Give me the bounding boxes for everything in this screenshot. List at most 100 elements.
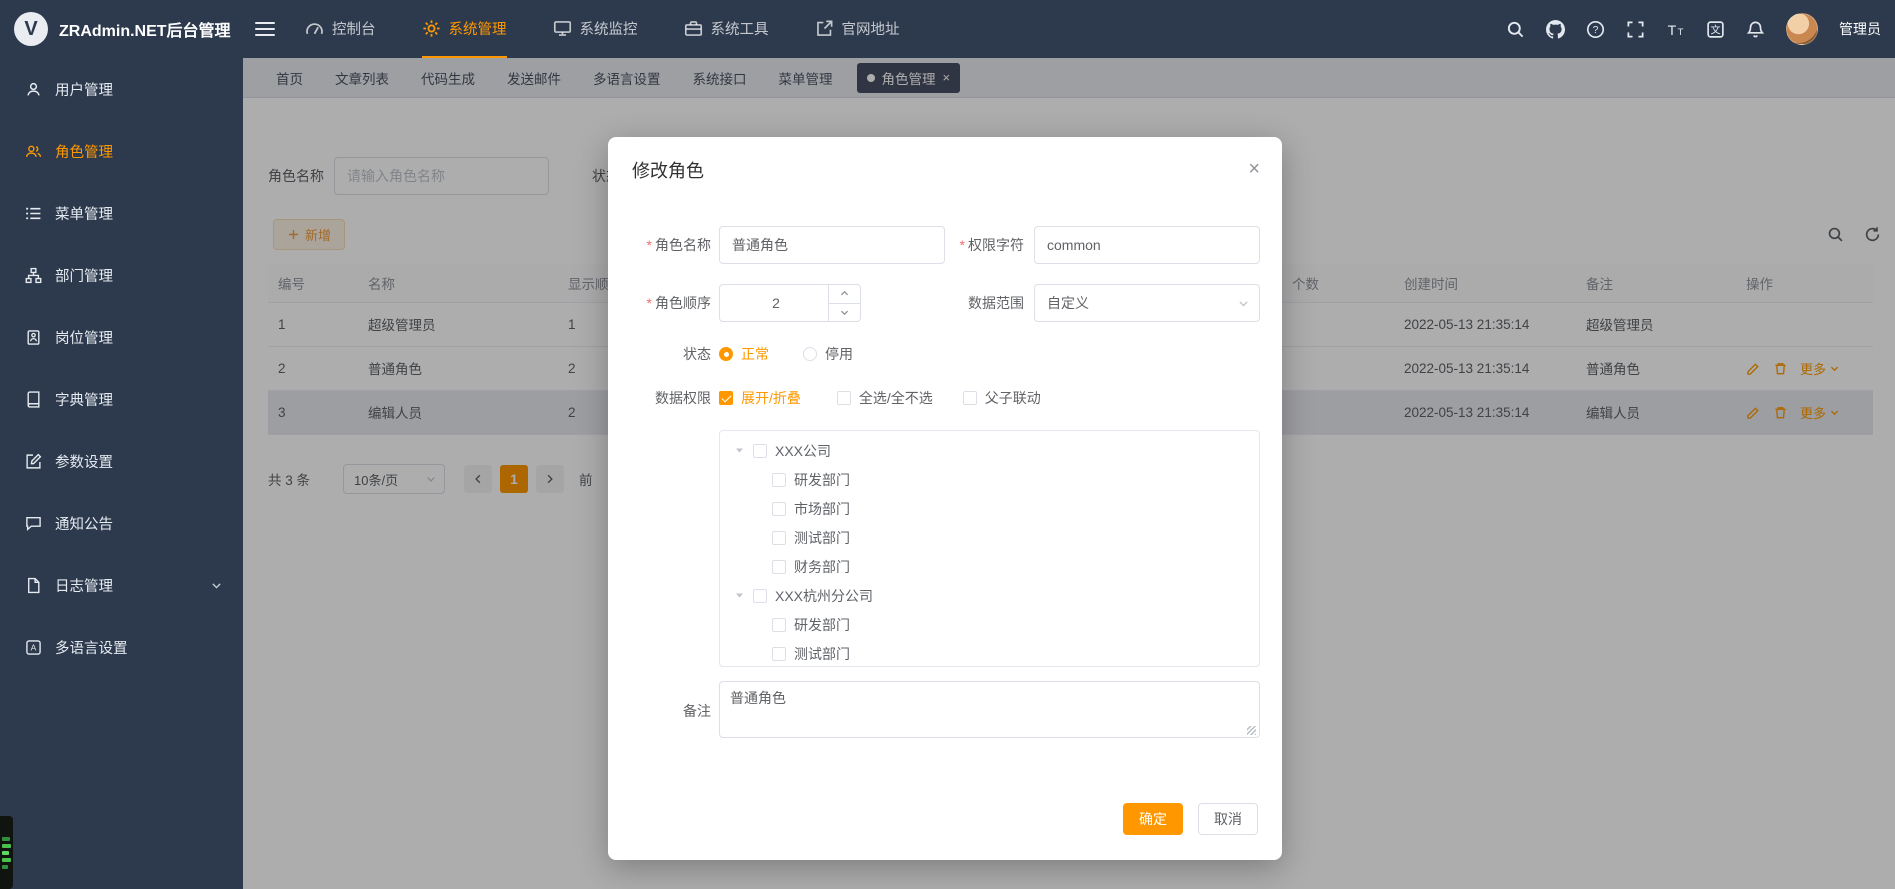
radio-unchecked-icon [803,347,817,361]
sidebar-item-departments[interactable]: 部门管理 [0,244,243,306]
remark-textarea-wrap: 普通角色 [719,681,1260,741]
sidebar-item-i18n[interactable]: A 多语言设置 [0,616,243,678]
data-scope-select[interactable]: 自定义 [1034,284,1260,322]
chat-bubble-icon [25,515,42,532]
expand-collapse-checkbox[interactable]: 展开/折叠 [719,388,801,408]
sidebar-item-parameters[interactable]: 参数设置 [0,430,243,492]
perm-char-label: *权限字符 [945,235,1034,255]
dialog-footer: 确定 取消 [1123,803,1258,835]
top-bar-actions: ? TT 文 管理员 [1506,13,1881,45]
sidebar-item-roles[interactable]: 角色管理 [0,120,243,182]
tree-checkbox[interactable] [753,444,767,458]
role-order-stepper [719,284,861,322]
help-icon[interactable]: ? [1586,20,1605,39]
tree-node[interactable]: XXX公司 [720,436,1259,465]
user-name[interactable]: 管理员 [1839,19,1881,39]
tree-checkbox[interactable] [772,618,786,632]
nav-label: 系统工具 [711,18,769,39]
required-mark: * [647,237,652,253]
tree-node[interactable]: 市场部门 [720,494,1259,523]
nav-official-site[interactable]: 官网地址 [815,0,900,58]
remark-textarea[interactable]: 普通角色 [719,681,1260,738]
nav-label: 系统监控 [580,18,638,39]
fullscreen-icon[interactable] [1626,20,1645,39]
perm-char-input[interactable] [1034,226,1260,264]
tree-node[interactable]: 财务部门 [720,552,1259,581]
sidebar-item-label: 日志管理 [55,575,113,596]
badge-icon [25,329,42,346]
required-mark: * [647,295,652,311]
book-icon [25,391,42,408]
app-title: ZRAdmin.NET后台管理 [59,17,231,41]
caret-down-icon[interactable] [734,445,745,456]
tree-node[interactable]: 研发部门 [720,465,1259,494]
remark-label: 备注 [608,701,719,721]
status-radio-normal[interactable]: 正常 [719,344,769,364]
tree-node-label: XXX公司 [775,441,831,461]
tree-checkbox[interactable] [772,473,786,487]
required-mark: * [960,237,965,253]
nav-label: 官网地址 [842,18,900,39]
tree-node-label: 测试部门 [794,528,850,548]
language-switch-icon[interactable]: 文 [1706,20,1725,39]
tree-node[interactable]: 测试部门 [720,639,1259,667]
stepper-down-icon[interactable] [829,304,860,322]
checkbox-label: 展开/折叠 [741,388,801,408]
tree-node[interactable]: XXX杭州分公司 [720,581,1259,610]
checkbox-unchecked-icon [837,391,851,405]
checkbox-checked-icon [719,391,733,405]
tree-node-label: 测试部门 [794,644,850,664]
sidebar-item-dictionary[interactable]: 字典管理 [0,368,243,430]
parent-child-link-checkbox[interactable]: 父子联动 [963,388,1041,408]
search-icon[interactable] [1506,20,1525,39]
font-size-icon[interactable]: TT [1666,20,1685,39]
tree-checkbox[interactable] [772,647,786,661]
svg-text:文: 文 [1710,23,1720,36]
tree-checkbox[interactable] [772,560,786,574]
tree-node[interactable]: 测试部门 [720,523,1259,552]
sidebar-item-label: 岗位管理 [55,327,113,348]
checkbox-label: 父子联动 [985,388,1041,408]
nav-console[interactable]: 控制台 [305,0,376,58]
nav-system-mgmt[interactable]: 系统管理 [422,0,507,58]
toolbox-icon [684,19,703,38]
checkbox-unchecked-icon [963,391,977,405]
screen-recording-indicator [0,816,13,889]
monitor-icon [553,19,572,38]
svg-text:A: A [31,642,37,652]
form-row-remark: 备注 普通角色 [608,681,1282,741]
tree-checkbox[interactable] [772,502,786,516]
user-avatar[interactable] [1786,13,1818,45]
close-icon[interactable]: × [1248,159,1260,179]
tree-node-label: 财务部门 [794,557,850,577]
nav-system-tools[interactable]: 系统工具 [684,0,769,58]
select-all-checkbox[interactable]: 全选/全不选 [837,388,933,408]
status-radio-disabled[interactable]: 停用 [803,344,853,364]
gauge-icon [305,19,324,38]
caret-down-icon[interactable] [734,590,745,601]
tree-node[interactable]: 研发部门 [720,610,1259,639]
sidebar-item-logs[interactable]: 日志管理 [0,554,243,616]
bell-icon[interactable] [1746,20,1765,39]
chevron-down-icon [210,579,223,592]
tree-checkbox[interactable] [753,589,767,603]
sidebar-item-menus[interactable]: 菜单管理 [0,182,243,244]
role-name-label: *角色名称 [608,235,719,255]
sidebar-item-users[interactable]: 用户管理 [0,58,243,120]
external-link-icon [815,19,834,38]
radio-label: 正常 [741,344,769,364]
nav-system-monitor[interactable]: 系统监控 [553,0,638,58]
sidebar-item-posts[interactable]: 岗位管理 [0,306,243,368]
sidebar-toggle-hamburger-icon[interactable] [255,22,275,36]
github-icon[interactable] [1546,20,1565,39]
role-name-input[interactable] [719,226,945,264]
confirm-button[interactable]: 确定 [1123,803,1183,835]
stepper-up-icon[interactable] [829,285,860,304]
cancel-button[interactable]: 取消 [1198,803,1258,835]
sidebar-item-label: 用户管理 [55,79,113,100]
org-tree-icon [25,267,42,284]
tree-checkbox[interactable] [772,531,786,545]
sidebar-item-notices[interactable]: 通知公告 [0,492,243,554]
sidebar-item-label: 多语言设置 [55,637,128,658]
data-perm-label: 数据权限 [608,388,719,408]
